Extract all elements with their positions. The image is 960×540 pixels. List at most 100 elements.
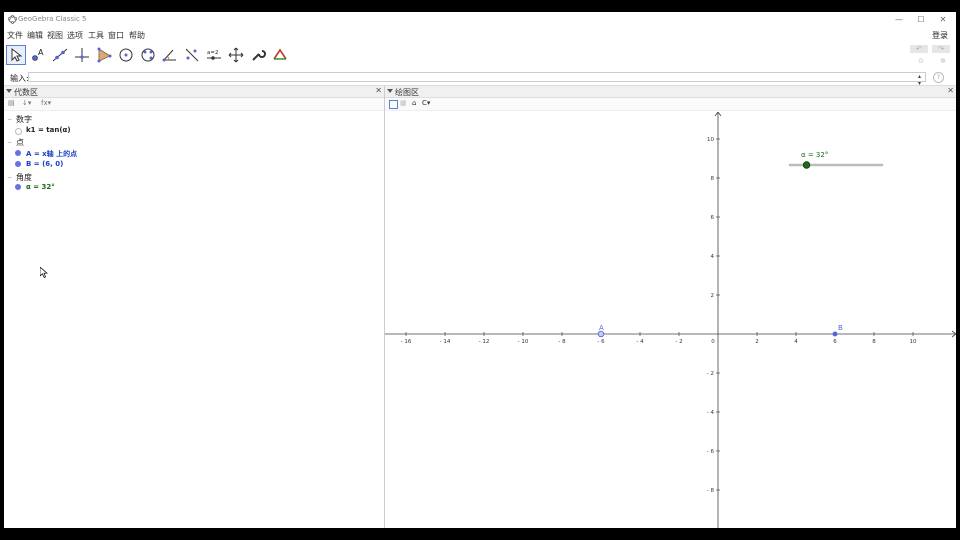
expand-icon[interactable]: − — [7, 116, 12, 123]
reflect-tool-button[interactable] — [182, 45, 202, 65]
svg-text:A: A — [38, 48, 44, 57]
conic-tool-icon — [141, 48, 155, 62]
title-bar: GeoGebra Classic 5 — ☐ ✕ — [4, 12, 956, 28]
algebra-title: 代数区 — [14, 88, 38, 97]
x-tick-label: - 10 — [518, 339, 529, 345]
expand-icon[interactable]: − — [7, 174, 12, 181]
x-tick-label: 0 — [711, 339, 715, 345]
menu-file[interactable]: 文件 — [7, 30, 23, 41]
move-view-tool-icon — [228, 47, 244, 63]
x-tick-label: - 16 — [401, 339, 412, 345]
toolbar: A a=2 ↶ ↷ ⊙ ✲ — [4, 42, 956, 71]
y-tick-label: 4 — [711, 254, 715, 260]
algebra-item-k1[interactable]: k1 = tan(α) — [26, 126, 71, 134]
algebra-item-B[interactable]: B = (6, 0) — [26, 160, 63, 168]
app-window: GeoGebra Classic 5 — ☐ ✕ 文件 编辑 视图 选项 工具 … — [4, 12, 956, 528]
graphics-header: 绘图区 ✕ — [385, 86, 956, 98]
mouse-cursor-icon — [40, 267, 48, 278]
polygon-tool-icon — [97, 47, 112, 63]
undo-button[interactable]: ↶ — [910, 45, 928, 53]
menu-tools[interactable]: 工具 — [88, 30, 104, 41]
fx-description-button[interactable]: fx▾ — [41, 99, 51, 107]
geogebra-logo-icon — [8, 15, 17, 24]
menu-options[interactable]: 选项 — [67, 30, 83, 41]
menu-bar: 文件 编辑 视图 选项 工具 窗口 帮助 登录 — [4, 28, 956, 42]
graphics-close-button[interactable]: ✕ — [947, 86, 954, 95]
visibility-toggle-icon[interactable] — [15, 161, 21, 167]
category-points: 点 — [16, 138, 24, 147]
perpendicular-tool-button[interactable] — [72, 45, 92, 65]
toggle-auxiliary-icon[interactable]: ▤ — [8, 99, 15, 107]
toggle-axes-icon[interactable] — [389, 100, 398, 109]
y-tick-label: 8 — [711, 176, 715, 182]
help-small-icon[interactable]: ⊙ — [918, 57, 924, 65]
point-tool-button[interactable]: A — [28, 45, 48, 65]
algebra-close-button[interactable]: ✕ — [375, 86, 382, 95]
algebra-style-bar: ▤ ↓▾ fx▾ — [4, 98, 384, 111]
x-tick-label: - 6 — [597, 339, 605, 345]
y-tick-label: - 6 — [707, 449, 715, 455]
y-tick-label: 6 — [711, 215, 715, 221]
polygon-tool-button[interactable] — [94, 45, 114, 65]
x-tick-label: - 2 — [675, 339, 682, 345]
function-tool-button[interactable] — [270, 45, 290, 65]
category-numbers: 数字 — [16, 115, 32, 124]
conic-tool-button[interactable] — [138, 45, 158, 65]
input-help-button[interactable]: ? — [933, 72, 944, 83]
minimize-button[interactable]: — — [888, 13, 910, 26]
window-title: GeoGebra Classic 5 — [18, 15, 87, 23]
slider-tool-button[interactable]: a=2 — [204, 45, 224, 65]
home-view-button[interactable]: ⌂ — [412, 99, 416, 107]
settings-gear-icon[interactable]: ✲ — [940, 57, 946, 65]
redo-button[interactable]: ↷ — [932, 45, 950, 53]
wrench-tool-icon — [252, 50, 266, 61]
menu-view[interactable]: 视图 — [47, 30, 63, 41]
visibility-toggle-icon[interactable] — [15, 150, 21, 156]
algebra-item-alpha[interactable]: α = 32° — [26, 183, 55, 191]
menu-edit[interactable]: 编辑 — [27, 30, 43, 41]
move-tool-button[interactable] — [6, 45, 26, 65]
slider-label: α = 32° — [801, 151, 828, 159]
input-history-icon[interactable]: ▴ ▾ — [918, 73, 921, 87]
slider-knob — [802, 161, 811, 169]
point-capture-button[interactable]: C▾ — [422, 99, 430, 107]
visibility-toggle-icon[interactable] — [15, 184, 21, 190]
point-B — [832, 331, 838, 337]
circle-tool-button[interactable] — [116, 45, 136, 65]
y-tick-label: 10 — [707, 137, 714, 143]
toggle-grid-icon[interactable]: ▦ — [400, 99, 407, 107]
graphics-view[interactable]: 绘图区 ✕ ▦ ⌂ C▾ - 16- 14- 12- 10- 8- 6- 4- … — [385, 86, 956, 528]
function-tool-icon — [273, 48, 287, 60]
sort-by-button[interactable]: ↓▾ — [22, 99, 31, 107]
angle-tool-icon — [162, 49, 176, 62]
angle-tool-button[interactable] — [160, 45, 180, 65]
y-tick-label: - 2 — [707, 371, 714, 377]
input-label: 输入: — [10, 74, 29, 83]
move-view-tool-button[interactable] — [226, 45, 246, 65]
menu-window[interactable]: 窗口 — [108, 30, 124, 41]
input-field[interactable] — [28, 72, 926, 82]
graphics-style-bar: ▦ ⌂ C▾ — [385, 98, 956, 111]
algebra-item-A[interactable]: A = x轴 上的点 — [26, 149, 77, 159]
wrench-tool-button[interactable] — [248, 45, 268, 65]
line-tool-icon — [52, 48, 68, 62]
move-tool-icon — [11, 47, 23, 62]
circle-tool-icon — [119, 48, 133, 62]
login-button[interactable]: 登录 — [932, 30, 948, 41]
slider-tool-icon: a=2 — [207, 50, 221, 60]
x-tick-label: - 12 — [479, 339, 490, 345]
close-window-button[interactable]: ✕ — [932, 13, 954, 26]
collapse-triangle-icon[interactable] — [387, 89, 393, 93]
point-label-B: B — [838, 324, 843, 332]
collapse-triangle-icon[interactable] — [6, 89, 12, 93]
maximize-button[interactable]: ☐ — [910, 13, 932, 26]
visibility-toggle-icon[interactable] — [15, 128, 22, 135]
x-tick-label: 8 — [872, 339, 876, 345]
menu-help[interactable]: 帮助 — [129, 30, 145, 41]
algebra-view: 代数区 ✕ ▤ ↓▾ fx▾ − 数字 k1 = tan(α) − 点 A = … — [4, 86, 385, 528]
expand-icon[interactable]: − — [7, 139, 12, 146]
y-tick-label: - 4 — [707, 410, 715, 416]
point-label-A: A — [599, 324, 604, 332]
line-tool-button[interactable] — [50, 45, 70, 65]
graphics-canvas[interactable]: - 16 - 14 - 12 - 10 - 8 - 6 - 4 - 2 0 2 4 6 8 10 10 8 6 4… — [385, 112, 956, 528]
